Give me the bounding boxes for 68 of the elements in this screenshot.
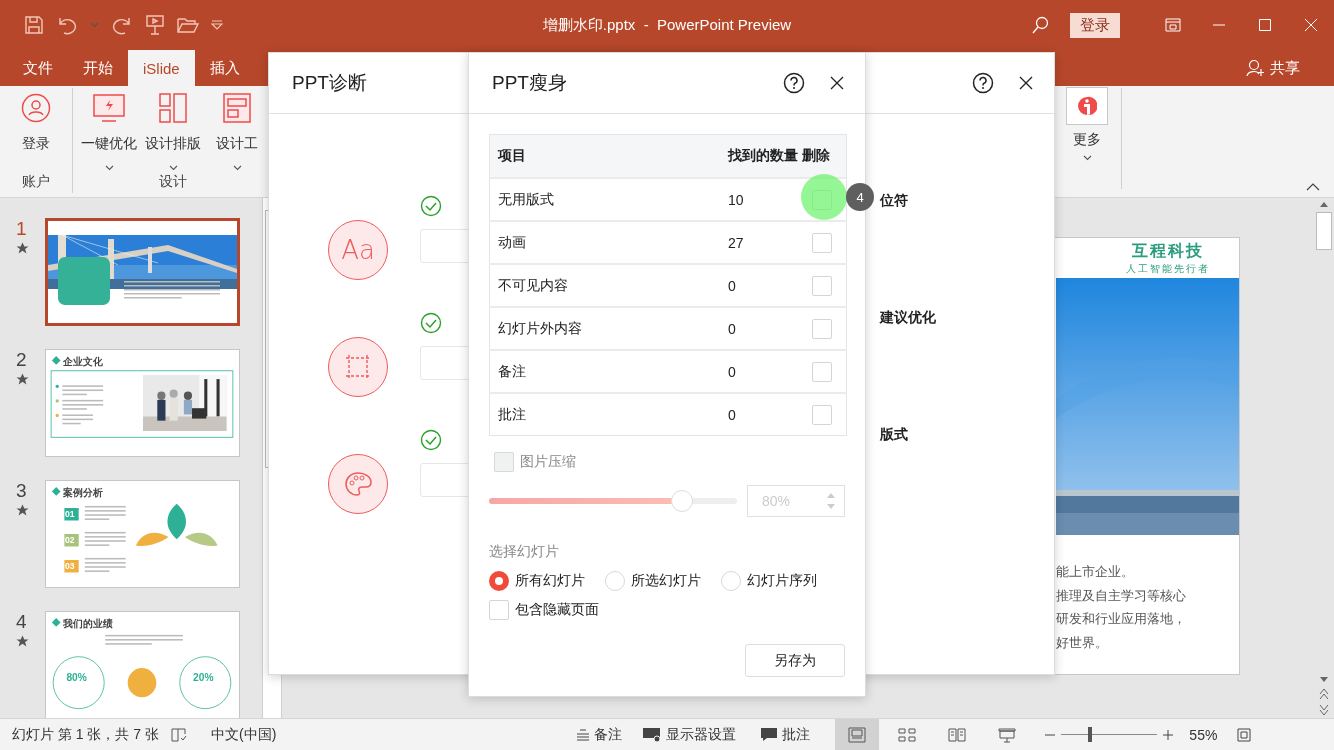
- check-result: 版式: [880, 426, 909, 444]
- logo-text: 互程科技: [1131, 240, 1204, 261]
- dialog-title: PPT诊断: [292, 71, 367, 95]
- logo-tagline: 人工智能先行者: [1125, 261, 1210, 276]
- window-title: 增删水印.pptx - PowerPoint Preview: [542, 15, 792, 35]
- table-cell: 不可见内容: [489, 264, 720, 307]
- ribbon-button[interactable]: 设计排版: [141, 88, 205, 173]
- more-button[interactable]: 更多: [1061, 86, 1113, 197]
- table-cell: 0: [720, 307, 802, 350]
- sign-in-button[interactable]: 登录: [1070, 12, 1120, 38]
- ribbon-button[interactable]: 设计工: [205, 88, 269, 173]
- slide-number: 1: [16, 218, 27, 240]
- check-result: 建议优化: [880, 309, 937, 327]
- ribbon-tab[interactable]: 插入: [194, 50, 255, 86]
- compress-label: 图片压缩: [520, 453, 576, 471]
- slide-number: 4: [16, 611, 27, 633]
- number-badge: 03: [64, 560, 79, 573]
- scope-radio[interactable]: 所有幻灯片: [489, 571, 585, 591]
- font-icon: Aa: [341, 235, 375, 265]
- section-label: 选择幻灯片: [489, 543, 560, 561]
- group-label: 设计: [159, 173, 187, 191]
- ribbon-tab[interactable]: 文件: [8, 50, 68, 86]
- display-settings-button[interactable]: 显示器设置: [642, 725, 737, 744]
- check-result: 位符: [880, 192, 909, 210]
- table-cell: 备注: [489, 350, 720, 393]
- slide-count: 幻灯片 第 1 张，共 7 张: [12, 725, 160, 744]
- slide-heading: 案例分析: [63, 486, 103, 498]
- ribbon-tab[interactable]: iSlide: [128, 50, 195, 86]
- slide-heading: 企业文化: [63, 355, 103, 367]
- slide-number: 2: [16, 349, 27, 371]
- percent-figure: 80%: [66, 671, 87, 683]
- slide-thumbnail[interactable]: 我们的业绩 80% 20%: [45, 611, 240, 718]
- number-badge: 01: [64, 508, 79, 521]
- table-cell: 无用版式: [489, 178, 720, 221]
- group-label: 账户: [22, 173, 50, 191]
- slide-thumbnail[interactable]: 企业文化: [45, 349, 240, 457]
- slide-thumbnail[interactable]: 案例分析 01 02 03: [45, 480, 240, 588]
- table-cell: 动画: [489, 221, 720, 264]
- share-button[interactable]: 共享: [1240, 57, 1306, 79]
- number-badge: 02: [64, 534, 79, 547]
- slide-heading: 我们的业绩: [63, 617, 113, 629]
- slide-number: 3: [16, 480, 27, 502]
- column-header: 找到的数量: [720, 134, 802, 178]
- column-header: 删除: [802, 134, 847, 178]
- slide-text: 好世界。: [1056, 633, 1109, 652]
- slide-text: 研发和行业应用落地，: [1056, 610, 1187, 628]
- ribbon-button[interactable]: 登录: [4, 88, 68, 173]
- checkbox-label: 包含隐藏页面: [515, 601, 599, 619]
- table-cell: 幻灯片外内容: [489, 307, 720, 350]
- scope-radio[interactable]: 所选幻灯片: [605, 571, 701, 591]
- ribbon-button[interactable]: 一键优化: [77, 88, 141, 173]
- notes-button[interactable]: 备注: [576, 725, 623, 744]
- slide-text: 能上市企业。: [1056, 563, 1135, 581]
- dialog-title: PPT瘦身: [492, 71, 567, 95]
- zoom-level[interactable]: 55%: [1189, 726, 1218, 743]
- table-cell: 0: [720, 350, 802, 393]
- scope-radio[interactable]: 幻灯片序列: [721, 571, 817, 591]
- slide-text: 推理及自主学习等核心: [1056, 586, 1187, 605]
- table-cell: 批注: [489, 393, 720, 436]
- ribbon-tab[interactable]: 开始: [68, 50, 128, 86]
- percent-figure: 20%: [193, 671, 214, 683]
- language-status[interactable]: 中文(中国): [211, 725, 277, 744]
- comments-button[interactable]: 批注: [760, 725, 811, 744]
- table-cell: 27: [720, 221, 802, 264]
- table-cell: 0: [720, 264, 802, 307]
- table-cell: 0: [720, 393, 802, 436]
- save-as-button[interactable]: 另存为: [745, 644, 845, 677]
- column-header: 项目: [489, 134, 720, 178]
